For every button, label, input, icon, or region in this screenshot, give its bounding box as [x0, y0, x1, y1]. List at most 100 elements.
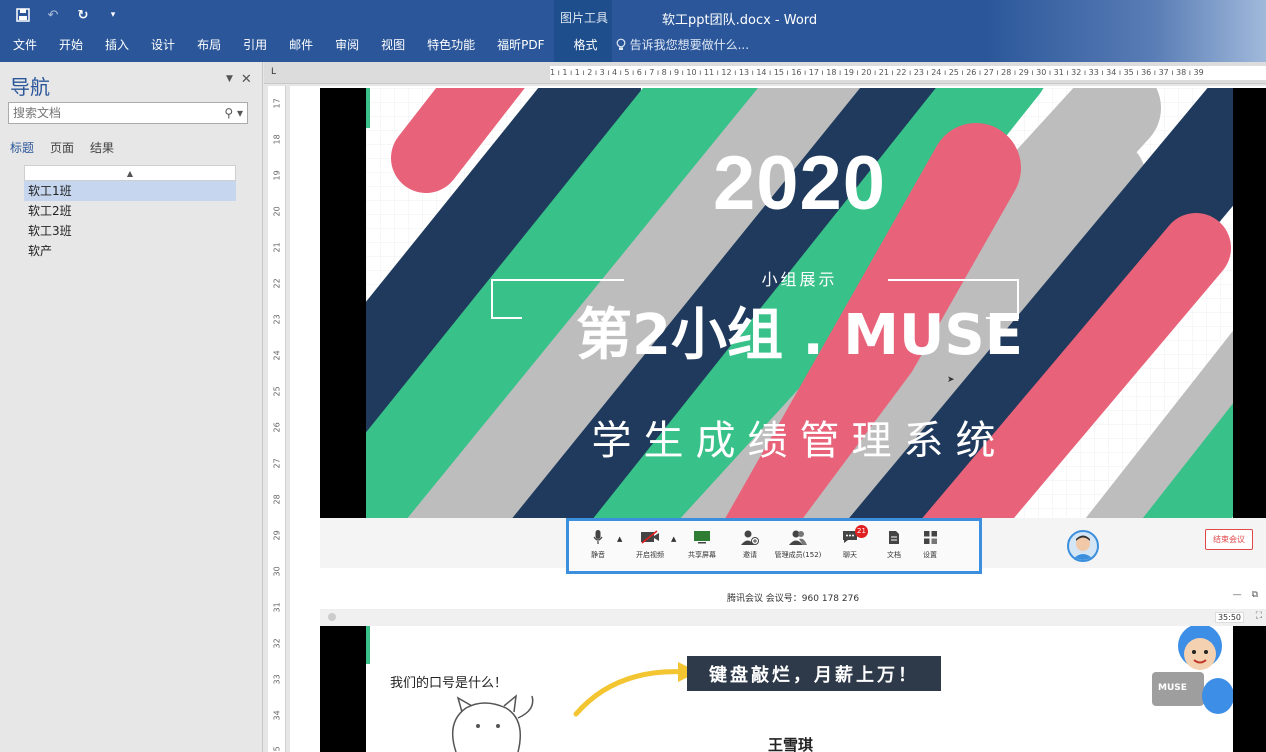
video-options-icon[interactable]: ▲ — [671, 535, 676, 543]
tab-home[interactable]: 开始 — [48, 36, 94, 53]
avatar[interactable] — [1067, 530, 1099, 562]
tab-stop-selector[interactable]: L — [271, 67, 283, 79]
ruler-number: 34 — [272, 710, 282, 721]
close-icon[interactable]: ✕ — [241, 72, 252, 87]
heading-item[interactable]: 软工3班 — [24, 221, 236, 241]
lightbulb-icon — [616, 38, 625, 50]
fullscreen-icon[interactable]: ⛶ — [1256, 611, 1262, 621]
invite-button[interactable]: 邀请 — [727, 529, 773, 560]
ruler-number: 29 — [272, 530, 282, 541]
undo-icon[interactable]: ↶ — [44, 6, 62, 24]
tell-me-text: 告诉我您想要做什么... — [629, 37, 750, 52]
meeting-window-title: 腾讯会议 会议号：960 178 276 — ⧉ — [320, 584, 1266, 610]
presenter-name: 王雪琪 — [768, 736, 814, 752]
tab-references[interactable]: 引用 — [232, 36, 278, 53]
title-bar-glow — [986, 0, 1266, 62]
members-icon — [773, 529, 823, 545]
tab-layout[interactable]: 布局 — [186, 36, 232, 53]
ruler-number: 20 — [272, 206, 282, 217]
slogan-question: 我们的口号是什么！ — [390, 676, 508, 691]
nav-tab-results[interactable]: 结果 — [90, 139, 114, 156]
video-button[interactable]: 开启视频 ▲ — [627, 529, 676, 560]
chat-button[interactable]: 21 聊天 — [827, 525, 873, 560]
nav-options-icon[interactable]: ▼ — [226, 74, 233, 87]
ribbon-tabs: 文件 开始 插入 设计 布局 引用 邮件 审阅 视图 特色功能 福昕PDF 格式… — [0, 34, 749, 54]
horizontal-ruler[interactable]: L 1 ı 1 ı 1 ı 2 ı 3 ı 4 ı 5 ı 6 ı 7 ı 8 … — [264, 62, 1266, 84]
restore-icon[interactable]: ⧉ — [1252, 590, 1258, 600]
manage-members-button[interactable]: 管理成员(152) — [773, 529, 823, 560]
slide-screenshot[interactable]: 2020 小组展示 第2小组 . MUSE 学生成绩管理系统 ➤ — [320, 88, 1266, 518]
slide-year: 2020 — [712, 141, 887, 226]
info-icon[interactable] — [328, 613, 336, 621]
ruler-number: 35 — [272, 746, 282, 752]
settings-icon — [907, 529, 953, 545]
tab-design[interactable]: 设计 — [140, 36, 186, 53]
ruler-number: 28 — [272, 494, 282, 505]
slide2-accent-bar — [366, 626, 370, 664]
ruler-number: 32 — [272, 638, 282, 649]
redo-icon[interactable]: ↻ — [74, 6, 92, 24]
slide-system-title: 学生成绩管理系统 — [591, 418, 1008, 464]
quick-access-toolbar: ↶ ↻ ▾ — [14, 6, 122, 24]
tool-label: 静音 — [591, 551, 605, 559]
tool-label: 聊天 — [843, 551, 857, 559]
slide-subtitle: 小组展示 — [761, 270, 838, 289]
nav-tab-headings[interactable]: 标题 — [10, 139, 34, 156]
settings-button[interactable]: 设置 — [907, 529, 953, 560]
microphone-icon — [575, 529, 621, 545]
ruler-number: 31 — [272, 602, 282, 613]
tab-file[interactable]: 文件 — [0, 36, 48, 53]
nav-tabs: 标题 页面 结果 — [10, 139, 114, 156]
collapse-all-icon[interactable]: ▲ — [24, 165, 236, 181]
ruler-number: 21 — [272, 242, 282, 253]
heading-item[interactable]: 软工2班 — [24, 201, 236, 221]
ruler-scale: 1 ı 1 ı 1 ı 2 ı 3 ı 4 ı 5 ı 6 ı 7 ı 8 ı … — [550, 66, 1266, 80]
meeting-id: 腾讯会议 会议号：960 178 276 — [726, 594, 860, 604]
meeting-timer: 35:50 — [1214, 612, 1244, 623]
search-icon[interactable]: ⚲ ▾ — [224, 106, 243, 120]
tool-label: 设置 — [923, 551, 937, 559]
mute-button[interactable]: 静音 ▲ — [575, 529, 622, 560]
tab-review[interactable]: 审阅 — [324, 36, 370, 53]
ruler-number: 33 — [272, 674, 282, 685]
tab-insert[interactable]: 插入 — [94, 36, 140, 53]
nav-search: ⚲ ▾ — [8, 102, 248, 124]
tab-features[interactable]: 特色功能 — [416, 36, 486, 53]
save-icon[interactable] — [14, 6, 32, 24]
vertical-ruler[interactable]: 17 18 19 20 21 22 23 24 25 26 27 28 29 30 31 32 33 34 35 — [268, 86, 286, 752]
heading-item[interactable]: 软工1班 — [24, 181, 236, 201]
nav-controls: ▼ ✕ — [226, 72, 252, 87]
customize-qat-icon[interactable]: ▾ — [104, 6, 122, 24]
invite-icon — [727, 529, 773, 545]
mascot-logo-text: MUSE — [1158, 683, 1187, 693]
tool-label: 开启视频 — [636, 551, 664, 559]
window-controls: — ⧉ — [1233, 590, 1258, 600]
meeting-subbar: 35:50 ⛶ — [320, 610, 1266, 626]
share-screen-button[interactable]: 共享屏幕 — [679, 529, 725, 560]
end-meeting-button[interactable]: 结束会议 — [1205, 529, 1253, 550]
ruler-number: 17 — [272, 98, 282, 109]
title-slide: 2020 小组展示 第2小组 . MUSE 学生成绩管理系统 ➤ — [366, 88, 1233, 518]
chat-unread-badge: 21 — [855, 525, 868, 538]
minimize-icon[interactable]: — — [1233, 590, 1242, 600]
mute-options-icon[interactable]: ▲ — [617, 535, 622, 543]
heading-item[interactable]: 软产 — [24, 241, 236, 261]
slogan-banner: 键盘敲烂，月薪上万！ — [687, 656, 941, 691]
ruler-number: 24 — [272, 350, 282, 361]
search-input[interactable] — [9, 103, 209, 123]
slide-accent-bar — [366, 88, 370, 128]
document-title: 软工ppt团队.docx - Word — [662, 13, 818, 28]
tab-foxit-pdf[interactable]: 福昕PDF — [486, 36, 555, 53]
title-bar: ↶ ↻ ▾ 图片工具 软工ppt团队.docx - Word 文件 开始 插入 … — [0, 0, 1266, 62]
ruler-number: 30 — [272, 566, 282, 577]
ruler-number: 23 — [272, 314, 282, 325]
tab-format[interactable]: 格式 — [562, 36, 610, 53]
tab-view[interactable]: 视图 — [370, 36, 416, 53]
ruler-number: 25 — [272, 386, 282, 397]
tab-mailings[interactable]: 邮件 — [278, 36, 324, 53]
slide-group-name: 第2小组 . MUSE — [575, 303, 1023, 368]
tool-label: 邀请 — [743, 551, 757, 559]
nav-tab-pages[interactable]: 页面 — [50, 139, 74, 156]
tell-me-box[interactable]: 告诉我您想要做什么... — [616, 36, 749, 53]
mouse-cursor-icon: ➤ — [947, 375, 955, 385]
